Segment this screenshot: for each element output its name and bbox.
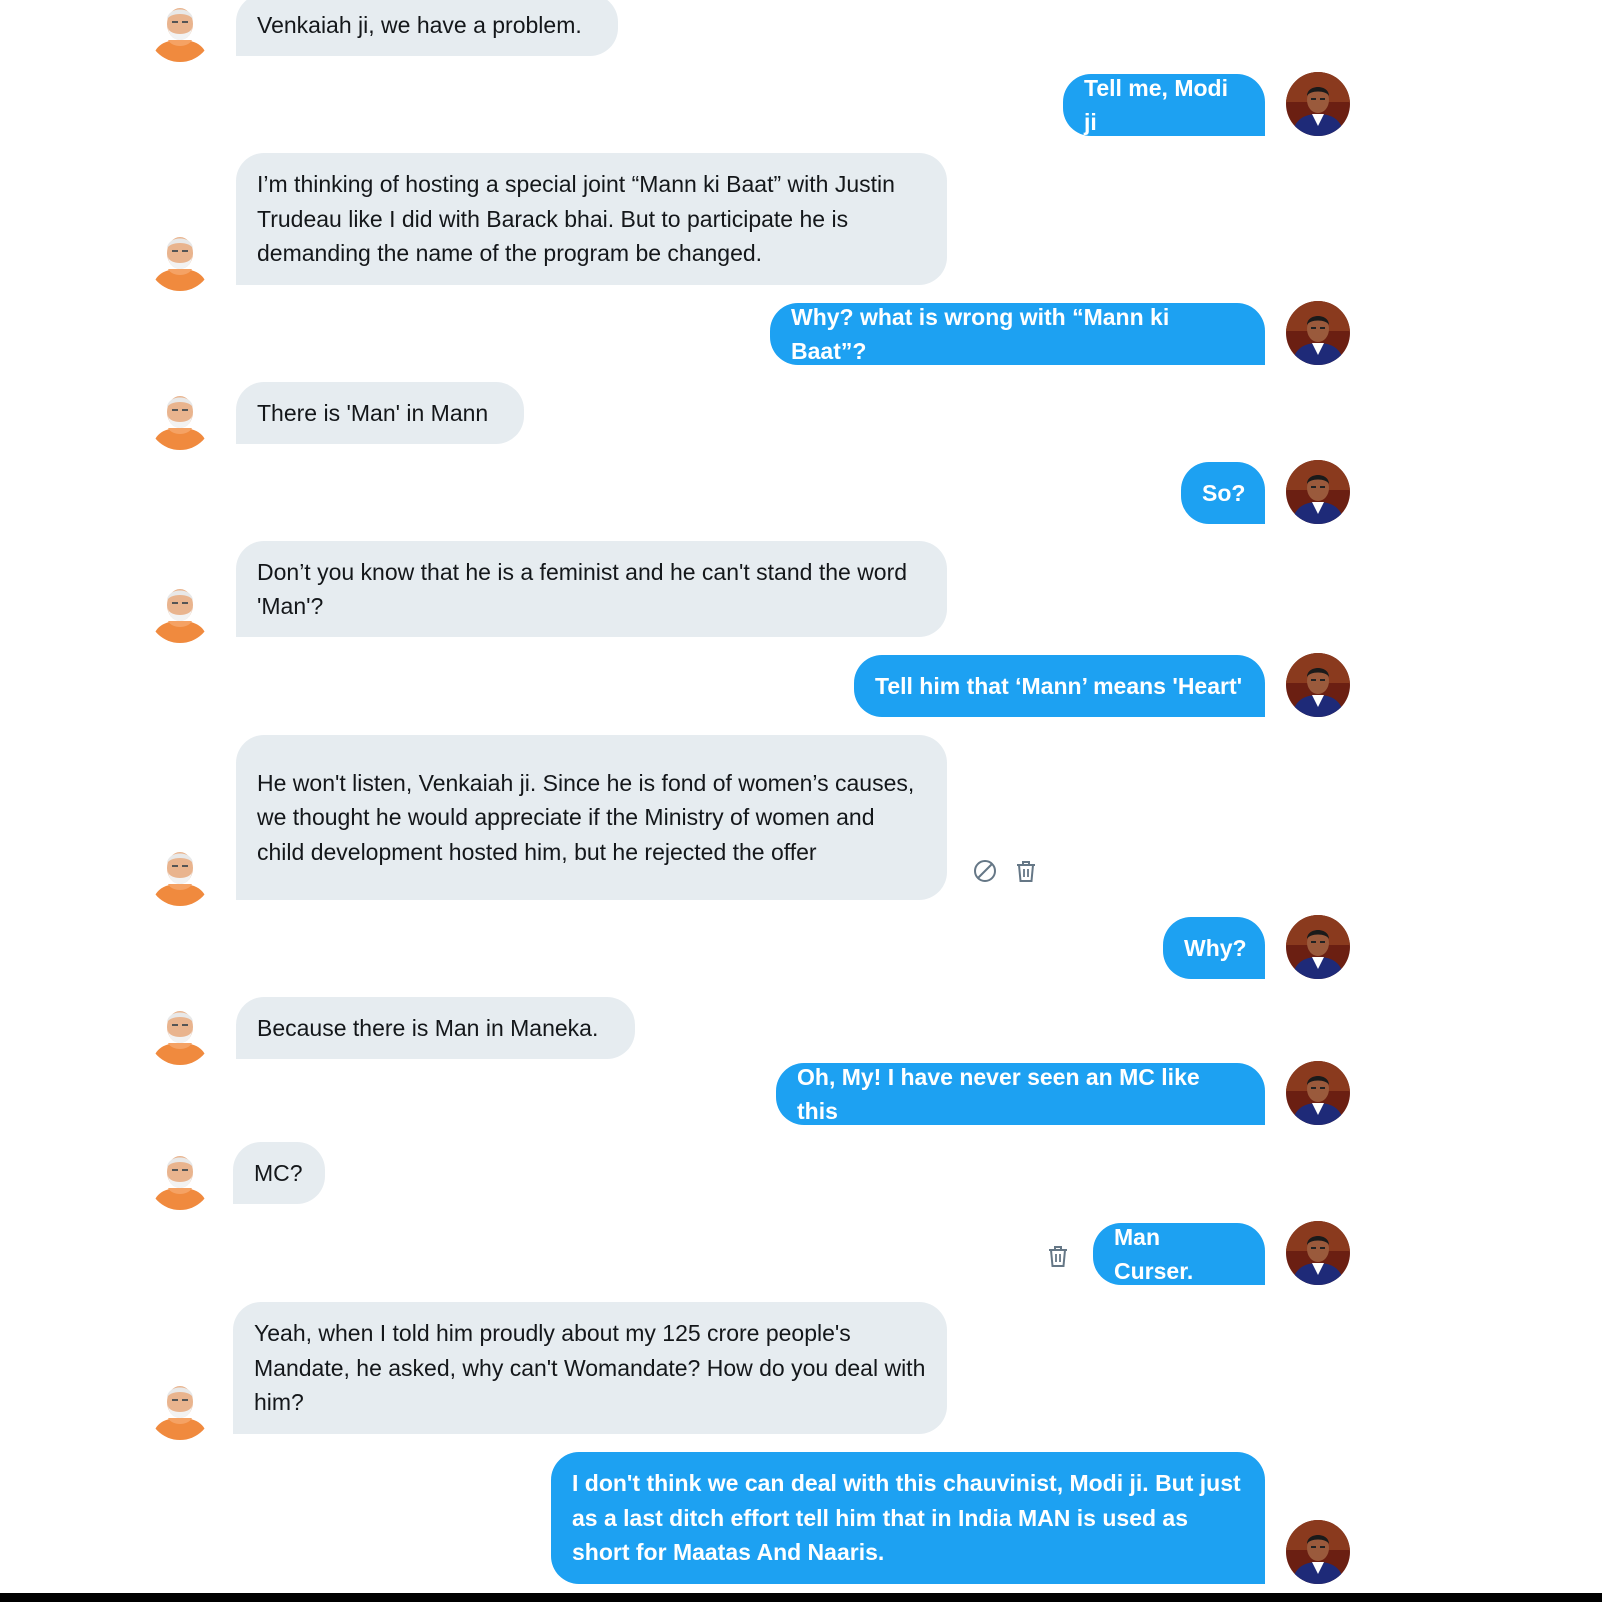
conversation-thread[interactable]: Venkaiah ji, we have a problem. Tell me,… xyxy=(0,0,1602,1593)
message-bubble[interactable]: Oh, My! I have never seen an MC like thi… xyxy=(776,1063,1265,1125)
message-bubble[interactable]: MC? xyxy=(233,1142,325,1204)
message-bubble[interactable]: Don’t you know that he is a feminist and… xyxy=(236,541,947,637)
avatar-venkaiah-icon[interactable] xyxy=(1286,1221,1350,1285)
avatar-modi-icon[interactable] xyxy=(148,842,212,906)
message-bubble[interactable]: Because there is Man in Maneka. xyxy=(236,997,635,1059)
message-bubble[interactable]: I’m thinking of hosting a special joint … xyxy=(236,153,947,285)
message-bubble[interactable]: Why? what is wrong with “Mann ki Baat”? xyxy=(770,303,1265,365)
message-bubble[interactable]: Yeah, when I told him proudly about my 1… xyxy=(233,1302,947,1434)
avatar-modi-icon[interactable] xyxy=(148,386,212,450)
avatar-modi-icon[interactable] xyxy=(148,579,212,643)
message-bubble[interactable]: Man Curser. xyxy=(1093,1223,1265,1285)
avatar-venkaiah-icon[interactable] xyxy=(1286,653,1350,717)
message-bubble[interactable]: Tell me, Modi ji xyxy=(1063,74,1265,136)
avatar-modi-icon[interactable] xyxy=(148,1376,212,1440)
avatar-venkaiah-icon[interactable] xyxy=(1286,72,1350,136)
trash-icon[interactable] xyxy=(1013,858,1039,884)
avatar-venkaiah-icon[interactable] xyxy=(1286,301,1350,365)
message-bubble[interactable]: Tell him that ‘Mann’ means 'Heart' xyxy=(854,655,1265,717)
avatar-modi-icon[interactable] xyxy=(148,0,212,62)
avatar-modi-icon[interactable] xyxy=(148,227,212,291)
message-bubble[interactable]: He won't listen, Venkaiah ji. Since he i… xyxy=(236,735,947,900)
window-bottom-edge xyxy=(0,1593,1602,1602)
avatar-modi-icon[interactable] xyxy=(148,1146,212,1210)
avatar-venkaiah-icon[interactable] xyxy=(1286,1061,1350,1125)
message-bubble[interactable]: There is 'Man' in Mann xyxy=(236,382,524,444)
message-bubble[interactable]: Venkaiah ji, we have a problem. xyxy=(236,0,618,56)
avatar-venkaiah-icon[interactable] xyxy=(1286,1520,1350,1584)
trash-icon[interactable] xyxy=(1045,1243,1071,1269)
avatar-modi-icon[interactable] xyxy=(148,1001,212,1065)
report-icon[interactable] xyxy=(972,858,998,884)
message-bubble[interactable]: So? xyxy=(1181,462,1265,524)
avatar-venkaiah-icon[interactable] xyxy=(1286,460,1350,524)
avatar-venkaiah-icon[interactable] xyxy=(1286,915,1350,979)
message-bubble[interactable]: Why? xyxy=(1163,917,1265,979)
message-bubble[interactable]: I don't think we can deal with this chau… xyxy=(551,1452,1265,1584)
